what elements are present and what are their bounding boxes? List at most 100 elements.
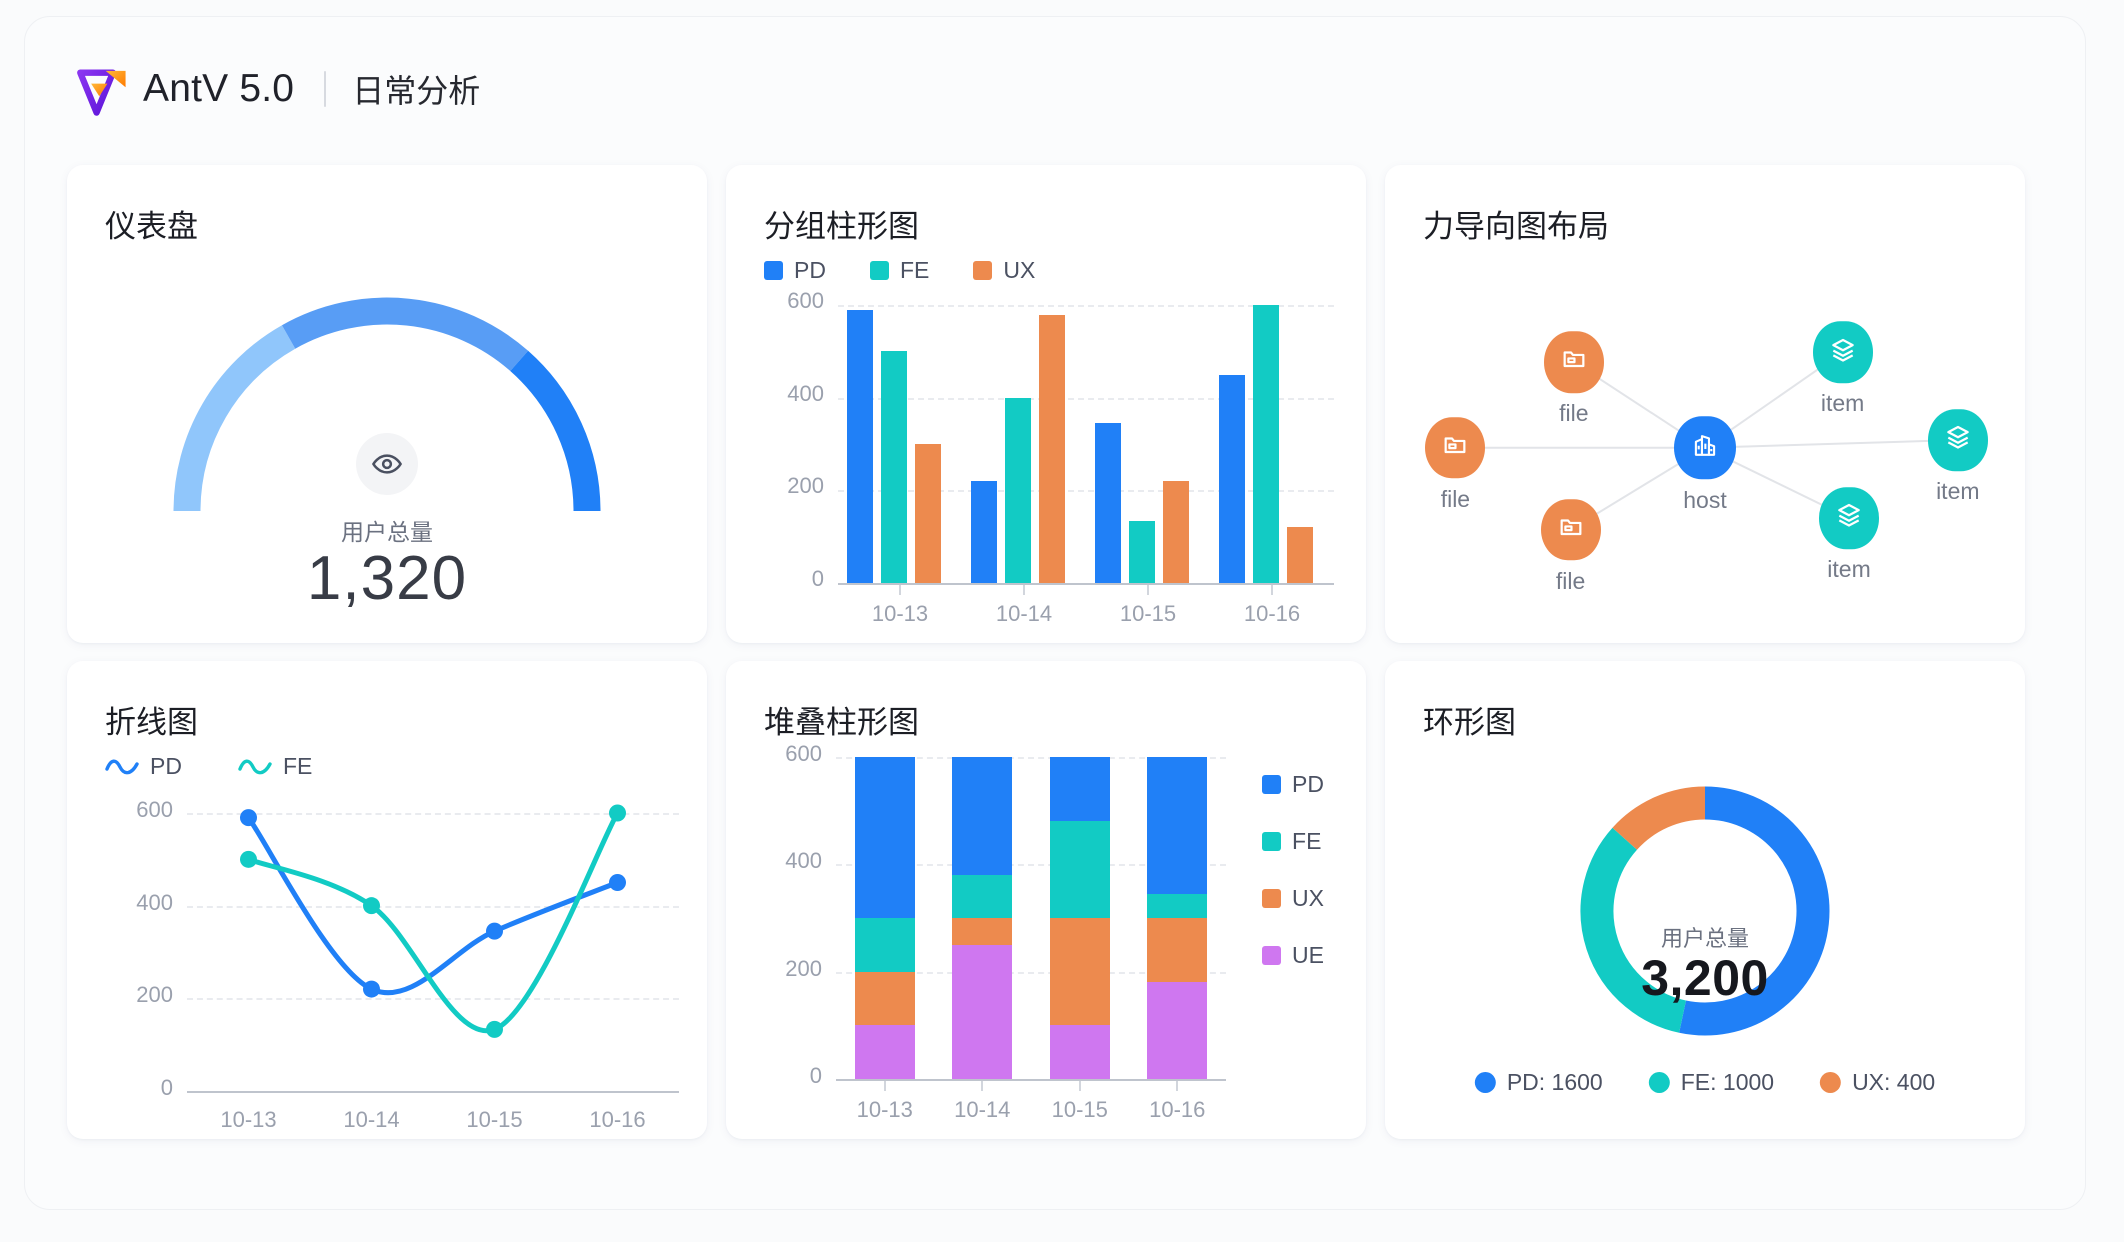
y-axis-tick: 0 bbox=[760, 566, 824, 592]
legend-dot-fe bbox=[1649, 1072, 1670, 1093]
bar bbox=[1287, 527, 1313, 583]
layers-icon bbox=[1829, 336, 1857, 369]
page-title: 日常分析 bbox=[352, 66, 480, 112]
card-stacked-bar: 堆叠柱形图 PD FE UX UE 0200 bbox=[726, 661, 1366, 1139]
donut-legend: PD: 1600 FE: 1000 UX: 400 bbox=[1475, 1069, 1935, 1096]
x-axis-tick: 10-16 bbox=[1117, 1097, 1237, 1123]
x-axis-tickmark bbox=[884, 1081, 886, 1091]
gauge-center-label: 用户总量 bbox=[67, 513, 707, 547]
card-gauge: 仪表盘 用户总量 1,320 bbox=[67, 165, 707, 643]
x-axis-tick: 10-13 bbox=[189, 1107, 309, 1133]
stacked-bar-segment bbox=[1147, 757, 1207, 894]
legend-dot-pd bbox=[1475, 1072, 1496, 1093]
graph-node-host[interactable] bbox=[1674, 416, 1736, 480]
bar bbox=[915, 444, 941, 583]
stacked-bar-segment bbox=[855, 757, 915, 918]
y-axis-tick: 600 bbox=[760, 288, 824, 314]
line-point-marker bbox=[363, 981, 380, 998]
stacked-bar-segment bbox=[1050, 1025, 1110, 1079]
bar bbox=[1095, 423, 1121, 583]
graph-node-file[interactable] bbox=[1425, 417, 1485, 479]
legend-item-donut-pd[interactable]: PD: 1600 bbox=[1475, 1069, 1603, 1096]
x-axis-tickmark bbox=[1079, 1081, 1081, 1091]
stacked-bar-segment bbox=[952, 945, 1012, 1079]
layers-icon bbox=[1835, 502, 1863, 535]
gauge-chart: 用户总量 1,320 bbox=[67, 251, 707, 631]
stacked-bar-segment bbox=[1050, 821, 1110, 918]
bar bbox=[1219, 375, 1245, 584]
card-force-graph: 力导向图布局 filefilefilehostitemitemitem bbox=[1385, 165, 2025, 643]
bar bbox=[1253, 305, 1279, 583]
header-divider bbox=[324, 71, 326, 107]
y-axis-tick: 400 bbox=[754, 848, 822, 874]
graph-node-item[interactable] bbox=[1813, 322, 1873, 384]
legend-item-donut-fe[interactable]: FE: 1000 bbox=[1649, 1069, 1774, 1096]
x-axis-tick: 10-16 bbox=[1212, 601, 1332, 627]
line-point-marker bbox=[240, 809, 257, 826]
donut-chart: 用户总量 3,200 bbox=[1567, 773, 1843, 1054]
bar bbox=[847, 310, 873, 583]
bar bbox=[1005, 398, 1031, 583]
gauge-center-value: 1,320 bbox=[67, 543, 707, 614]
x-axis-tickmark bbox=[1176, 1081, 1178, 1091]
graph-node-label: item bbox=[1821, 390, 1864, 417]
x-axis-tick: 10-14 bbox=[312, 1107, 432, 1133]
gridline bbox=[187, 813, 679, 815]
stacked-bar-segment bbox=[952, 875, 1012, 918]
card-title-force-graph: 力导向图布局 bbox=[1423, 201, 1609, 246]
folder-icon bbox=[1441, 431, 1469, 464]
graph-node-item[interactable] bbox=[1819, 487, 1879, 549]
stacked-bar-segment bbox=[1147, 894, 1207, 918]
x-axis-line bbox=[187, 1091, 679, 1093]
graph-node-label: item bbox=[1827, 556, 1870, 583]
eye-icon bbox=[371, 448, 403, 480]
y-axis-tick: 200 bbox=[760, 473, 824, 499]
y-axis-tick: 200 bbox=[754, 956, 822, 982]
graph-node-file[interactable] bbox=[1544, 331, 1604, 393]
bar bbox=[1129, 521, 1155, 583]
graph-node-item[interactable] bbox=[1928, 409, 1988, 471]
stacked-bar-segment bbox=[952, 918, 1012, 945]
y-axis-tick: 400 bbox=[760, 381, 824, 407]
line-point-marker bbox=[486, 1021, 503, 1038]
x-axis-tick: 10-15 bbox=[435, 1107, 555, 1133]
graph-node-file[interactable] bbox=[1541, 499, 1601, 561]
line-point-marker bbox=[609, 874, 626, 891]
app-header: AntV 5.0 日常分析 bbox=[73, 57, 480, 121]
line-plot: 020040060010-1310-1410-1510-16 bbox=[67, 661, 707, 1139]
bar bbox=[881, 351, 907, 583]
card-grouped-bar: 分组柱形图 PD FE UX 020040060010-1310-1410-15… bbox=[726, 165, 1366, 643]
bar bbox=[971, 481, 997, 583]
x-axis-tick: 10-14 bbox=[964, 601, 1084, 627]
gauge-band-mid bbox=[289, 311, 520, 361]
stacked-bar-segment bbox=[1147, 918, 1207, 982]
donut-slice-ux[interactable] bbox=[1625, 803, 1705, 839]
app-brand: AntV 5.0 bbox=[143, 67, 294, 111]
donut-center-value: 3,200 bbox=[1567, 949, 1843, 1007]
donut-svg bbox=[1567, 773, 1843, 1049]
x-axis-tickmark bbox=[981, 1081, 983, 1091]
stacked-bar-segment bbox=[1050, 757, 1110, 821]
stacked-bar-segment bbox=[1050, 918, 1110, 1025]
card-title-donut: 环形图 bbox=[1423, 697, 1516, 742]
bar bbox=[1163, 481, 1189, 583]
folder-icon bbox=[1560, 346, 1588, 379]
x-axis-tick: 10-15 bbox=[1088, 601, 1208, 627]
x-axis-tickmark bbox=[899, 585, 901, 595]
legend-item-donut-ux[interactable]: UX: 400 bbox=[1820, 1069, 1935, 1096]
gridline bbox=[187, 906, 679, 908]
line-point-marker bbox=[486, 923, 503, 940]
graph-node-label: item bbox=[1936, 478, 1979, 505]
layers-icon bbox=[1944, 424, 1972, 457]
x-axis-tickmark bbox=[1147, 585, 1149, 595]
y-axis-tick: 600 bbox=[107, 797, 173, 823]
x-axis-line bbox=[838, 583, 1334, 585]
stacked-bar-segment bbox=[952, 757, 1012, 875]
graph-node-label: file bbox=[1556, 568, 1585, 595]
card-line: 折线图 PD FE 020040060010-1310-1410-1510-16 bbox=[67, 661, 707, 1139]
building-icon bbox=[1691, 431, 1719, 464]
legend-label-donut-ux: UX: 400 bbox=[1852, 1069, 1935, 1096]
legend-label-donut-fe: FE: 1000 bbox=[1681, 1069, 1774, 1096]
folder-icon bbox=[1557, 513, 1585, 546]
graph-node-label: host bbox=[1683, 487, 1726, 514]
